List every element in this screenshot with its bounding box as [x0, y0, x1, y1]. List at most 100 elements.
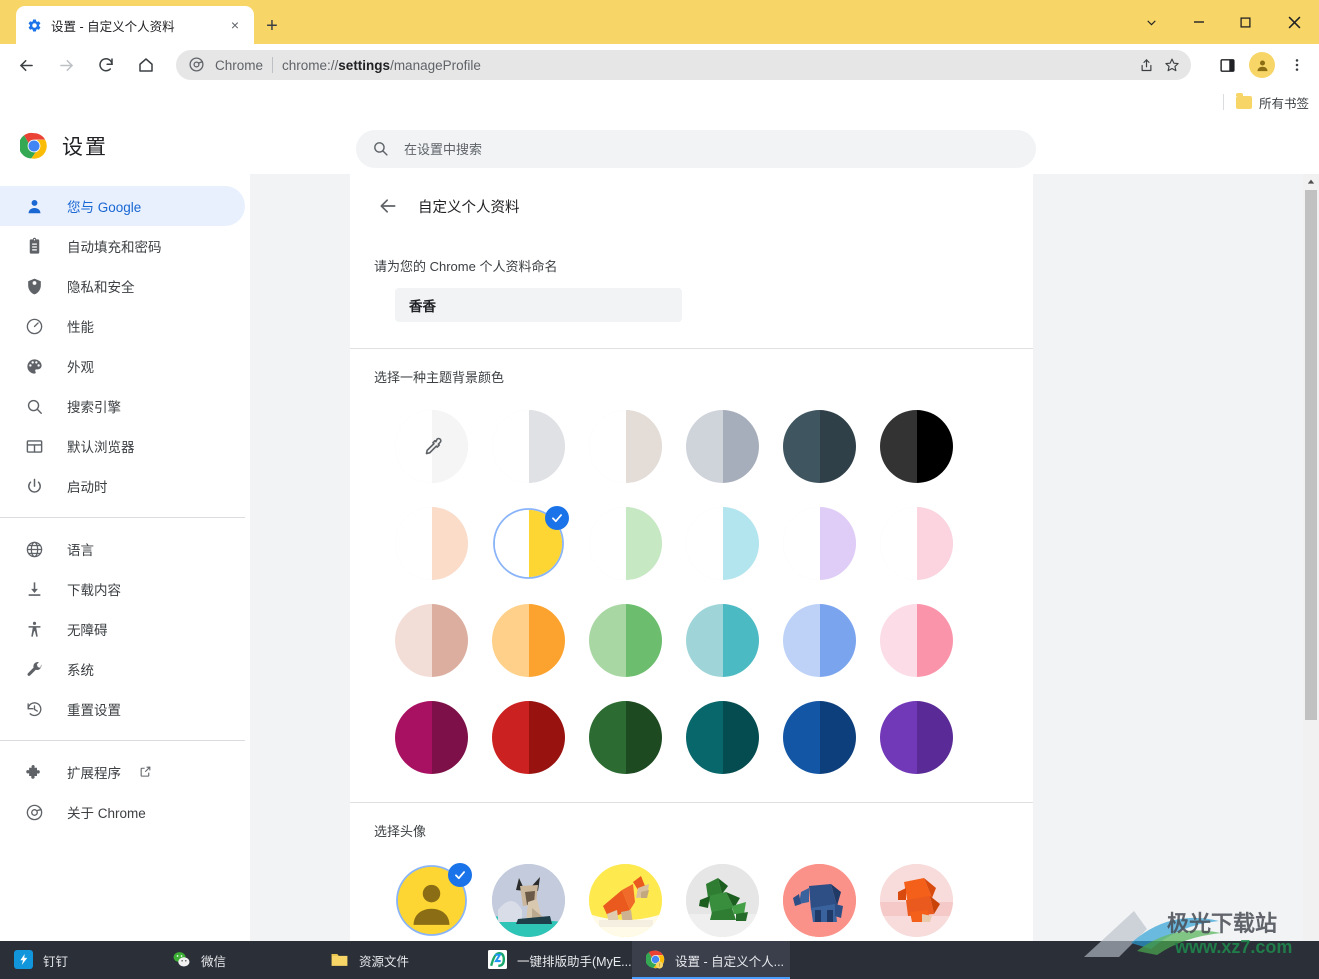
maximize-button[interactable]	[1222, 0, 1269, 44]
address-bar[interactable]: Chrome chrome://settings/manageProfile	[176, 50, 1191, 80]
avatar-option-origami-elephant-avatar[interactable]	[783, 864, 880, 937]
swatch-circle	[783, 410, 856, 483]
settings-search[interactable]	[356, 130, 1036, 168]
minimize-button[interactable]	[1175, 0, 1222, 44]
chrome-logo-icon	[188, 56, 206, 74]
theme-swatch-light-peach[interactable]	[395, 507, 492, 580]
star-icon[interactable]	[1159, 52, 1185, 78]
taskbar-item-4[interactable]: ! 设置 - 自定义个人...	[632, 941, 790, 979]
avatar-grid	[395, 863, 1033, 937]
swatch-circle	[686, 507, 759, 580]
scrollbar-thumb[interactable]	[1305, 190, 1317, 720]
theme-swatch-forest-green[interactable]	[589, 701, 686, 774]
swatch-circle	[395, 604, 468, 677]
taskbar-item-3[interactable]: 一键排版助手(MyE...	[474, 941, 632, 979]
theme-swatch-light-pink[interactable]	[880, 507, 977, 580]
swatch-circle	[783, 604, 856, 677]
external-link-icon[interactable]	[139, 765, 153, 779]
theme-swatch-teal[interactable]	[686, 604, 783, 677]
browser-menu-icon[interactable]	[1281, 49, 1313, 81]
avatar-option-default-person-avatar[interactable]	[395, 863, 492, 937]
sidebar-item-secondary-4[interactable]: 重置设置	[0, 689, 245, 729]
sidebar-item-label: 重置设置	[67, 703, 121, 718]
theme-swatch-green[interactable]	[589, 604, 686, 677]
close-button[interactable]	[1269, 0, 1319, 44]
sidebar-item-label: 默认浏览器	[67, 440, 135, 455]
theme-swatch-purple[interactable]	[880, 701, 977, 774]
sidebar-item-tertiary-1[interactable]: 关于 Chrome	[0, 792, 245, 832]
theme-swatch-dark-slate[interactable]	[783, 410, 880, 483]
close-icon[interactable]: ×	[226, 16, 244, 34]
profile-name-label: 请为您的 Chrome 个人资料命名	[374, 259, 558, 274]
sidebar-item-secondary-2[interactable]: 无障碍	[0, 609, 245, 649]
content-scrollbar[interactable]	[1303, 174, 1319, 941]
shield-icon	[24, 276, 44, 296]
theme-swatch-magenta-dark[interactable]	[395, 701, 492, 774]
sidebar-item-secondary-3[interactable]: 系统	[0, 649, 245, 689]
avatar-option-origami-dog-avatar[interactable]	[589, 864, 686, 937]
taskbar-item-2[interactable]: 资源文件	[316, 941, 474, 979]
sidebar-item-secondary-1[interactable]: 下载内容	[0, 569, 245, 609]
sidebar-item-primary-7[interactable]: 启动时	[0, 466, 245, 506]
reload-icon[interactable]	[90, 49, 122, 81]
sidebar-group-primary: 您与 Google 自动填充和密码 隐私和安全性能 外观搜索引擎默认浏览器启动时	[0, 186, 250, 506]
sidebar-item-primary-1[interactable]: 自动填充和密码	[0, 226, 245, 266]
swatch-circle	[880, 410, 953, 483]
avatar-option-origami-fox-avatar[interactable]	[880, 864, 977, 937]
sidebar-item-primary-6[interactable]: 默认浏览器	[0, 426, 245, 466]
sidebar-item-primary-2[interactable]: 隐私和安全	[0, 266, 245, 306]
theme-swatch-dark-teal[interactable]	[686, 701, 783, 774]
sidebar-item-primary-3[interactable]: 性能	[0, 306, 245, 346]
taskbar-item-label: 一键排版助手(MyE...	[517, 954, 632, 969]
theme-swatch-light-purple[interactable]	[783, 507, 880, 580]
sidebar-item-primary-5[interactable]: 搜索引擎	[0, 386, 245, 426]
sidebar-item-secondary-0[interactable]: 语言	[0, 529, 245, 569]
theme-swatch-light-green[interactable]	[589, 507, 686, 580]
selected-check-icon	[448, 863, 472, 887]
avatar-image	[686, 864, 759, 937]
theme-swatch-yellow[interactable]	[492, 506, 589, 580]
avatar-option-origami-dragon-avatar[interactable]	[686, 864, 783, 937]
back-arrow-icon[interactable]	[370, 188, 406, 224]
tab-search-icon[interactable]	[1128, 0, 1175, 44]
download-icon	[24, 579, 44, 599]
theme-swatch-orange[interactable]	[492, 604, 589, 677]
scroll-up-arrow[interactable]	[1303, 174, 1319, 190]
sidebar-item-tertiary-0[interactable]: 扩展程序	[0, 752, 245, 792]
avatar-option-origami-cat-avatar[interactable]	[492, 864, 589, 937]
theme-swatch-light-cyan[interactable]	[686, 507, 783, 580]
search-icon	[24, 396, 44, 416]
sidebar-item-label: 隐私和安全	[67, 280, 135, 295]
theme-swatch-pink[interactable]	[880, 604, 977, 677]
typeset-helper-icon	[488, 950, 508, 970]
new-tab-button[interactable]: +	[258, 12, 286, 40]
sidebar-item-primary-4[interactable]: 外观	[0, 346, 245, 386]
side-panel-icon[interactable]	[1211, 49, 1243, 81]
theme-swatch-red-dark[interactable]	[492, 701, 589, 774]
profile-avatar[interactable]	[1249, 52, 1275, 78]
theme-swatch-cool-grey[interactable]	[686, 410, 783, 483]
taskbar-item-0[interactable]: 钉钉	[0, 941, 158, 979]
sidebar-item-label: 搜索引擎	[67, 400, 121, 415]
sidebar-item-primary-0[interactable]: 您与 Google	[0, 186, 245, 226]
home-icon[interactable]	[130, 49, 162, 81]
taskbar-item-label: 设置 - 自定义个人...	[675, 954, 785, 969]
theme-swatch-navy-blue[interactable]	[783, 701, 880, 774]
theme-swatch-blue[interactable]	[783, 604, 880, 677]
avatar-section: 选择头像	[350, 803, 1033, 937]
theme-swatch-warm-grey[interactable]	[589, 410, 686, 483]
theme-swatch-default-white[interactable]	[492, 410, 589, 483]
profile-name-input[interactable]	[395, 288, 682, 322]
share-icon[interactable]	[1133, 52, 1159, 78]
back-icon[interactable]	[10, 49, 42, 81]
forward-icon[interactable]	[50, 49, 82, 81]
search-input[interactable]	[404, 141, 1036, 157]
theme-swatch-rose-beige[interactable]	[395, 604, 492, 677]
sidebar-item-label: 自动填充和密码	[67, 240, 162, 255]
theme-swatch-black[interactable]	[880, 410, 977, 483]
taskbar-item-1[interactable]: 微信	[158, 941, 316, 979]
swatch-circle	[589, 701, 662, 774]
all-bookmarks-button[interactable]: 所有书签	[1235, 92, 1309, 112]
theme-swatch-custom-color[interactable]	[395, 410, 492, 483]
browser-tab[interactable]: 设置 - 自定义个人资料 ×	[16, 6, 254, 44]
